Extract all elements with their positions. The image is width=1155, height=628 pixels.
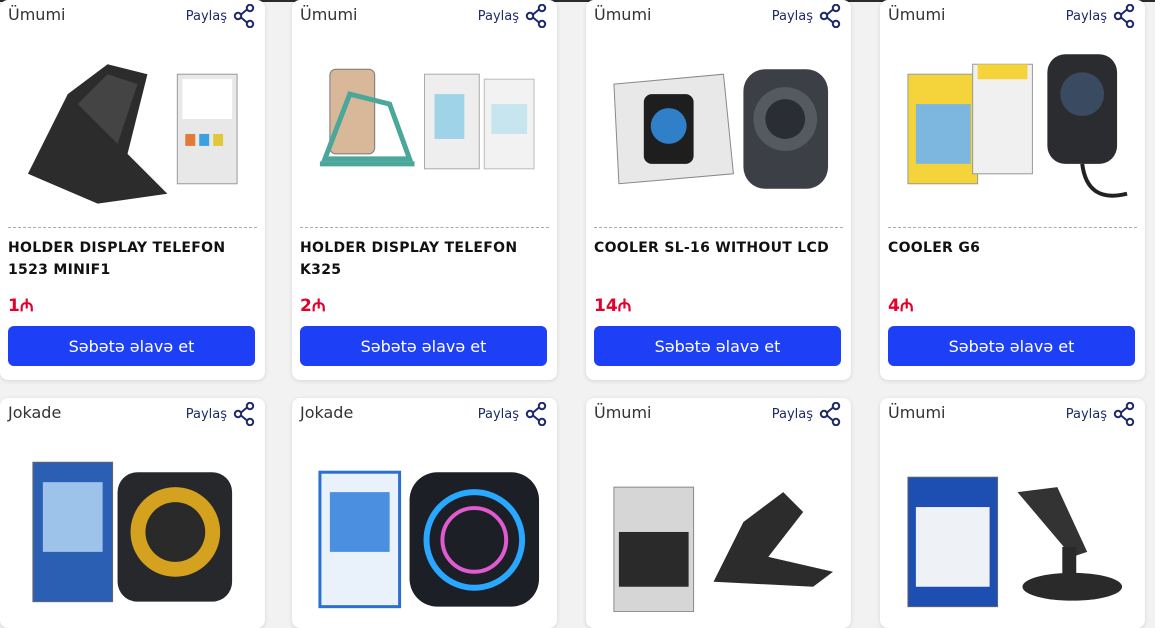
product-category: Ümumi [300,5,358,24]
share-label: Paylaş [185,8,227,24]
share-button[interactable]: Paylaş [478,4,547,28]
product-image[interactable] [8,34,257,214]
share-icon [1113,4,1135,28]
product-category: Jokade [300,403,354,422]
share-label: Paylaş [771,8,813,24]
divider [300,227,549,228]
product-price: 2₼ [300,296,326,316]
product-card[interactable]: Ümumi Paylaş [586,398,851,628]
product-card[interactable]: Ümumi Paylaş HOLDER DISPLAY TELEFON 1523… [0,0,265,380]
product-card[interactable]: Jokade Paylaş [0,398,265,628]
share-label: Paylaş [1065,8,1107,24]
add-to-cart-button[interactable]: Səbətə əlavə et [8,326,255,366]
product-price: 1₼ [8,296,34,316]
share-icon [525,402,547,426]
share-button[interactable]: Paylaş [772,402,841,426]
product-image[interactable] [888,34,1137,214]
share-label: Paylaş [477,406,519,422]
product-image[interactable] [8,432,257,612]
product-category: Ümumi [594,403,652,422]
product-card[interactable]: Ümumi Paylaş [880,398,1145,628]
add-to-cart-button[interactable]: Səbətə əlavə et [300,326,547,366]
product-image[interactable] [888,432,1137,612]
divider [888,227,1137,228]
product-price: 4₼ [888,296,914,316]
share-button[interactable]: Paylaş [1066,402,1135,426]
product-image[interactable] [300,34,549,214]
share-label: Paylaş [771,406,813,422]
product-category: Ümumi [594,5,652,24]
share-label: Paylaş [477,8,519,24]
share-label: Paylaş [1065,406,1107,422]
product-category: Ümumi [888,5,946,24]
product-card[interactable]: Ümumi Paylaş HOLDER DISPLAY TELEFON K325… [292,0,557,380]
share-icon [525,4,547,28]
product-category: Ümumi [8,5,66,24]
share-button[interactable]: Paylaş [186,402,255,426]
share-icon [819,402,841,426]
product-category: Jokade [8,403,62,422]
product-image[interactable] [300,432,549,612]
add-to-cart-button[interactable]: Səbətə əlavə et [888,326,1135,366]
product-image[interactable] [594,432,843,612]
share-icon [233,4,255,28]
share-button[interactable]: Paylaş [772,4,841,28]
product-name[interactable]: HOLDER DISPLAY TELEFON 1523 MINIF1 [8,237,257,281]
share-button[interactable]: Paylaş [478,402,547,426]
product-price: 14₼ [594,296,632,316]
divider [8,227,257,228]
share-label: Paylaş [185,406,227,422]
divider [594,227,843,228]
product-category: Ümumi [888,403,946,422]
product-image[interactable] [594,34,843,214]
product-card[interactable]: Ümumi Paylaş COOLER G6 4₼ Səbətə əlavə e… [880,0,1145,380]
product-name[interactable]: COOLER G6 [888,237,1137,259]
product-card[interactable]: Ümumi Paylaş COOLER SL-16 WITHOUT LCD 14… [586,0,851,380]
share-icon [819,4,841,28]
product-name[interactable]: HOLDER DISPLAY TELEFON K325 [300,237,549,281]
add-to-cart-button[interactable]: Səbətə əlavə et [594,326,841,366]
product-card[interactable]: Jokade Paylaş [292,398,557,628]
product-name[interactable]: COOLER SL-16 WITHOUT LCD [594,237,843,259]
share-icon [1113,402,1135,426]
share-button[interactable]: Paylaş [186,4,255,28]
share-button[interactable]: Paylaş [1066,4,1135,28]
share-icon [233,402,255,426]
